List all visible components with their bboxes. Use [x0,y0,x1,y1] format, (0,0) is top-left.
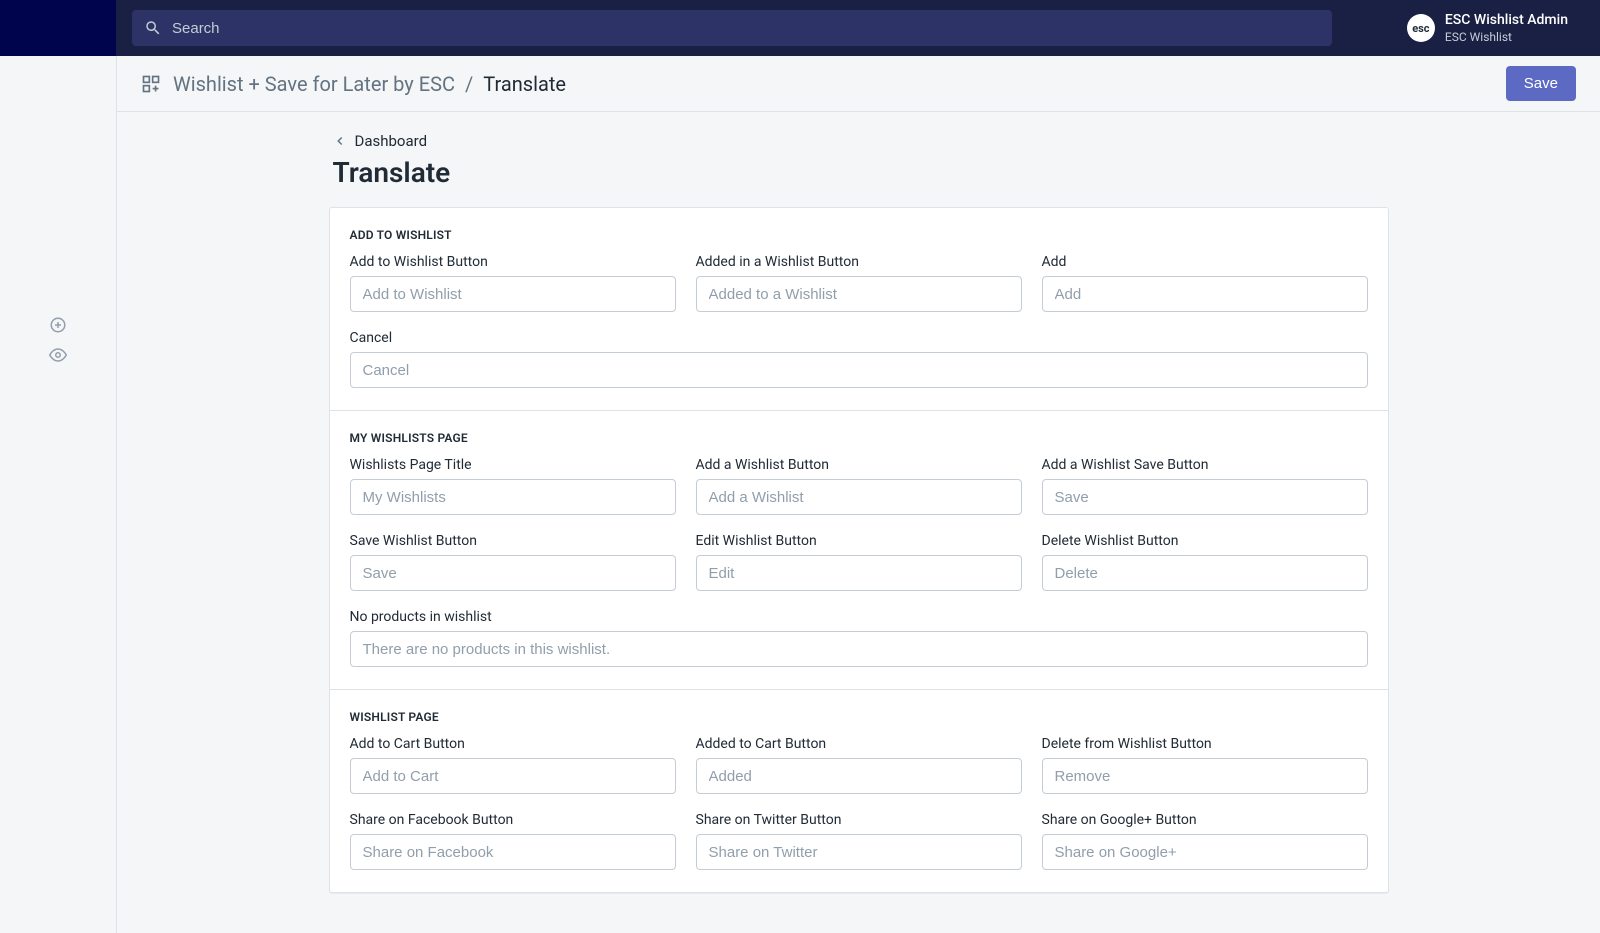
breadcrumb-app[interactable]: Wishlist + Save for Later by ESC [173,72,455,96]
wishlists-page-title-input[interactable] [350,479,676,515]
add-to-wishlist-button-input[interactable] [350,276,676,312]
field-label: Share on Twitter Button [696,812,1022,828]
back-link[interactable]: Dashboard [333,132,1389,150]
cancel-input[interactable] [350,352,1368,388]
eye-icon[interactable] [49,346,67,364]
field-label: Add [1042,254,1368,270]
search-box[interactable] [132,10,1332,46]
apps-icon [141,74,161,94]
save-wishlist-button-input[interactable] [350,555,676,591]
section-wishlist-page: Wishlist Page Add to Cart Button Added t… [330,690,1388,892]
delete-from-wishlist-button-input[interactable] [1042,758,1368,794]
field-label: Add a Wishlist Button [696,457,1022,473]
sidebar [0,56,116,933]
user-title: ESC Wishlist Admin [1445,12,1568,28]
avatar: esc [1407,14,1435,42]
page-title: Translate [333,156,1389,189]
search-input[interactable] [172,20,1320,37]
field-label: Delete Wishlist Button [1042,533,1368,549]
field-label: Cancel [350,330,1368,346]
section-add-to-wishlist: Add to Wishlist Add to Wishlist Button A… [330,208,1388,411]
add-wishlist-save-button-input[interactable] [1042,479,1368,515]
field-label: Wishlists Page Title [350,457,676,473]
field-label: Added in a Wishlist Button [696,254,1022,270]
breadcrumb-sep: / [465,72,473,96]
field-label: Add to Cart Button [350,736,676,752]
added-to-cart-button-input[interactable] [696,758,1022,794]
search-wrap [132,10,1407,46]
field-label: Share on Google+ Button [1042,812,1368,828]
add-to-cart-button-input[interactable] [350,758,676,794]
topbar-logo-area [0,0,116,56]
topbar: esc ESC Wishlist Admin ESC Wishlist [0,0,1600,56]
user-subtitle: ESC Wishlist [1445,30,1568,44]
field-label: No products in wishlist [350,609,1368,625]
save-button[interactable]: Save [1506,66,1576,101]
field-label: Added to Cart Button [696,736,1022,752]
field-label: Share on Facebook Button [350,812,676,828]
delete-wishlist-button-input[interactable] [1042,555,1368,591]
add-input[interactable] [1042,276,1368,312]
edit-wishlist-button-input[interactable] [696,555,1022,591]
user-menu[interactable]: esc ESC Wishlist Admin ESC Wishlist [1407,12,1584,44]
back-label: Dashboard [355,132,428,150]
section-my-wishlists: My Wishlists Page Wishlists Page Title A… [330,411,1388,690]
chevron-left-icon [333,134,347,148]
share-facebook-button-input[interactable] [350,834,676,870]
field-label: Delete from Wishlist Button [1042,736,1368,752]
field-label: Edit Wishlist Button [696,533,1022,549]
section-title: Add to Wishlist [350,228,1368,242]
field-label: Save Wishlist Button [350,533,676,549]
add-wishlist-button-input[interactable] [696,479,1022,515]
added-in-wishlist-button-input[interactable] [696,276,1022,312]
share-googleplus-button-input[interactable] [1042,834,1368,870]
field-label: Add a Wishlist Save Button [1042,457,1368,473]
search-icon [144,19,162,37]
breadcrumb-bar: Wishlist + Save for Later by ESC / Trans… [117,56,1600,112]
share-twitter-button-input[interactable] [696,834,1022,870]
section-title: Wishlist Page [350,710,1368,724]
field-label: Add to Wishlist Button [350,254,676,270]
add-circle-icon[interactable] [49,316,67,334]
breadcrumb-current: Translate [483,72,566,96]
main: Wishlist + Save for Later by ESC / Trans… [116,56,1600,933]
translate-card: Add to Wishlist Add to Wishlist Button A… [329,207,1389,893]
no-products-input[interactable] [350,631,1368,667]
section-title: My Wishlists Page [350,431,1368,445]
